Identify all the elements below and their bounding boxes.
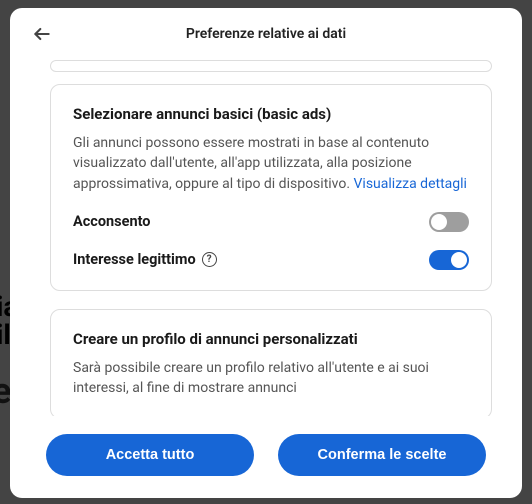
back-button[interactable]	[26, 18, 58, 50]
modal-title: Preferenze relative ai dati	[186, 26, 346, 42]
legitimate-interest-row: Interesse legittimo ?	[73, 250, 469, 270]
modal-footer: Accetta tutto Conferma le scelte	[10, 416, 522, 498]
accept-all-button[interactable]: Accetta tutto	[46, 434, 254, 476]
legitimate-interest-toggle[interactable]	[429, 250, 469, 270]
confirm-choices-button[interactable]: Conferma le scelte	[278, 434, 486, 476]
card-title: Creare un profilo di annunci personalizz…	[73, 330, 469, 348]
details-link[interactable]: Visualizza dettagli	[354, 176, 467, 192]
info-icon[interactable]: ?	[202, 252, 217, 267]
card-title: Selezionare annunci basici (basic ads)	[73, 105, 469, 123]
modal-content: Selezionare annunci basici (basic ads) G…	[10, 60, 522, 416]
legitimate-interest-label: Interesse legittimo ?	[73, 251, 217, 268]
card-basic-ads: Selezionare annunci basici (basic ads) G…	[50, 84, 492, 291]
toggle-knob	[431, 214, 447, 230]
card-description: Gli annunci possono essere mostrati in b…	[73, 133, 469, 194]
arrow-left-icon	[32, 24, 52, 44]
consent-label: Acconsento	[73, 213, 150, 230]
preferences-modal: Preferenze relative ai dati Selezionare …	[10, 8, 522, 498]
consent-row: Acconsento	[73, 212, 469, 232]
card-description: Sarà possibile creare un profilo relativ…	[73, 358, 469, 399]
consent-toggle[interactable]	[429, 212, 469, 232]
card-personalized-profile: Creare un profilo di annunci personalizz…	[50, 309, 492, 416]
toggle-knob	[451, 252, 467, 268]
card-partial	[50, 60, 492, 72]
modal-header: Preferenze relative ai dati	[10, 8, 522, 60]
